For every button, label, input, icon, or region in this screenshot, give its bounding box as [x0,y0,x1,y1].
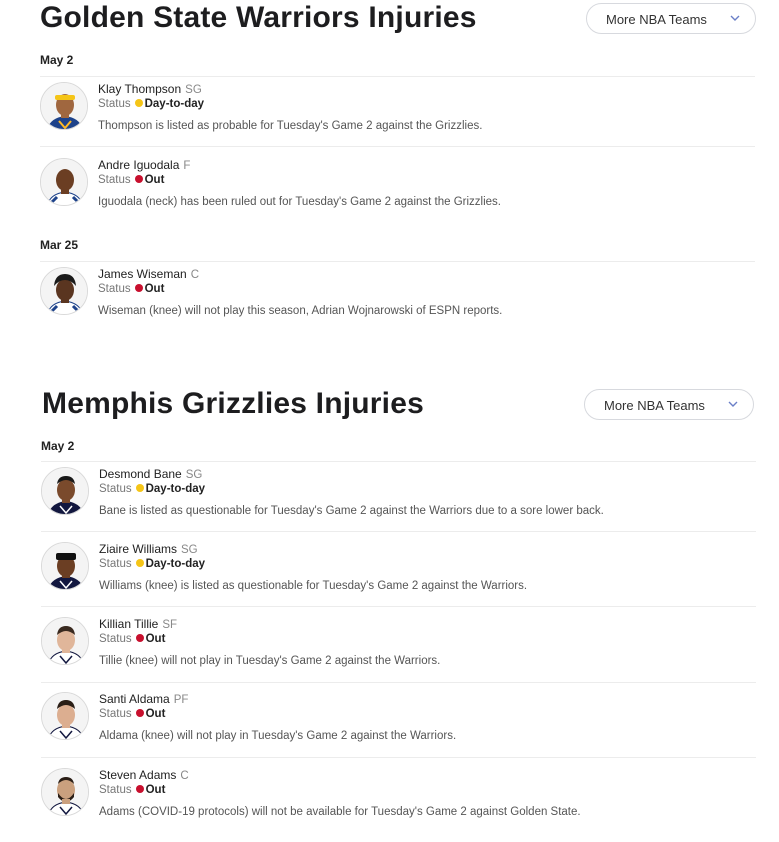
warriors-injuries-section: Golden State Warriors Injuries More NBA … [0,0,779,400]
status-value: Day-to-day [145,483,206,495]
player-name: Desmond Bane [99,467,182,481]
player-row-steven-adams: Steven Adams C Status Out Adams (COVID-19 … [41,763,756,838]
player-name-line: Desmond Bane SG [99,467,202,481]
status-label: Status [99,558,132,570]
day-to-day-dot-icon [135,484,144,492]
divider [41,757,756,758]
divider [40,146,755,147]
player-avatar [40,158,88,206]
out-dot-icon [135,785,144,793]
player-name-line: Santi Aldama PF [99,692,188,706]
player-position: C [180,770,189,782]
divider [41,682,756,683]
player-name: Killian Tillie [99,617,159,631]
status-value: Day-to-day [144,98,205,110]
player-avatar [40,82,88,130]
status-label: Status [99,633,132,645]
grizzlies-injuries-section: Memphis Grizzlies Injuries More NBA Team… [0,386,779,842]
divider [41,531,756,532]
out-dot-icon [134,284,143,292]
out-dot-icon [135,709,144,717]
player-row-desmond-bane: Desmond Bane SG Status Day-to-day Bane is … [41,462,756,537]
player-row-killian-tillie: Killian Tillie SF Status Out Tillie (knee)… [41,612,756,687]
more-nba-teams-dropdown[interactable]: More NBA Teams [584,389,754,420]
out-dot-icon [135,634,144,642]
player-name-line: James Wiseman C [98,267,199,281]
player-name-line: Ziaire Williams SG [99,542,198,556]
status-value: Out [145,708,166,720]
player-row-santi-aldama: Santi Aldama PF Status Out Aldama (knee) w… [41,687,756,762]
date-header: Mar 25 [40,238,79,252]
player-name: Steven Adams [99,768,177,782]
status-line: Status Out [99,708,165,720]
status-line: Status Day-to-day [99,558,205,570]
day-to-day-dot-icon [135,559,144,567]
injury-note: Adams (COVID-19 protocols) will not be a… [99,806,581,818]
status-value: Out [144,174,165,186]
grizzlies-title: Memphis Grizzlies Injuries [42,387,424,420]
status-line: Status Day-to-day [98,98,204,110]
status-value: Out [145,633,166,645]
status-line: Status Out [99,784,165,796]
player-name-line: Andre Iguodala F [98,158,190,172]
player-position: SF [162,619,178,631]
status-line: Status Out [98,174,164,186]
player-position: PF [173,694,189,706]
chevron-down-icon [730,15,740,21]
player-avatar [41,467,89,515]
player-avatar [41,617,89,665]
warriors-title: Golden State Warriors Injuries [40,1,477,34]
player-avatar [41,768,89,816]
status-line: Status Day-to-day [99,483,205,495]
player-name-line: Klay Thompson SG [98,82,202,96]
player-row-ziaire-williams: Ziaire Williams SG Status Day-to-day Willi… [41,537,756,612]
status-value: Out [145,784,166,796]
injury-note: Bane is listed as questionable for Tuesd… [99,505,604,517]
injury-note: Aldama (knee) will not play in Tuesday's… [99,730,457,742]
player-name-line: Steven Adams C [99,768,189,782]
more-nba-teams-dropdown[interactable]: More NBA Teams [586,3,756,34]
date-header: May 2 [41,439,75,453]
status-label: Status [98,283,131,295]
player-avatar [41,542,89,590]
player-avatar [40,267,88,315]
more-nba-teams-label: More NBA Teams [606,12,707,27]
date-header: May 2 [40,53,74,67]
injury-note: Tillie (knee) will not play in Tuesday's… [99,655,441,667]
player-name: Klay Thompson [98,82,182,96]
status-label: Status [99,784,132,796]
player-name: Santi Aldama [99,692,170,706]
status-label: Status [99,708,132,720]
status-label: Status [99,483,132,495]
player-position: SG [185,469,203,481]
player-avatar [41,692,89,740]
status-line: Status Out [98,283,164,295]
player-row-klay-thompson: Klay Thompson SG Status Day-to-day Thompso… [40,77,755,152]
player-name: James Wiseman [98,267,187,281]
status-value: Day-to-day [145,558,206,570]
player-position: SG [181,544,198,556]
status-line: Status Out [99,633,165,645]
player-position: C [190,269,199,281]
out-dot-icon [134,175,143,183]
player-name-line: Killian Tillie SF [99,617,177,631]
injury-note: Iguodala (neck) has been ruled out for T… [98,196,501,208]
player-position: F [183,160,191,172]
injury-note: Williams (knee) is listed as questionabl… [99,580,528,592]
injury-note: Thompson is listed as probable for Tuesd… [98,120,483,132]
status-label: Status [98,98,131,110]
player-name: Ziaire Williams [99,542,177,556]
player-row-james-wiseman: James Wiseman C Status Out Wiseman (knee) … [40,262,755,337]
injury-note: Wiseman (knee) will not play this season… [98,305,503,317]
chevron-down-icon [728,401,738,407]
status-label: Status [98,174,131,186]
day-to-day-dot-icon [134,99,143,107]
player-position: SG [185,84,202,96]
player-row-andre-iguodala: Andre Iguodala F Status Out Iguodala (neck… [40,153,755,228]
status-value: Out [144,283,165,295]
divider [41,606,756,607]
player-name: Andre Iguodala [98,158,180,172]
more-nba-teams-label: More NBA Teams [604,398,705,413]
